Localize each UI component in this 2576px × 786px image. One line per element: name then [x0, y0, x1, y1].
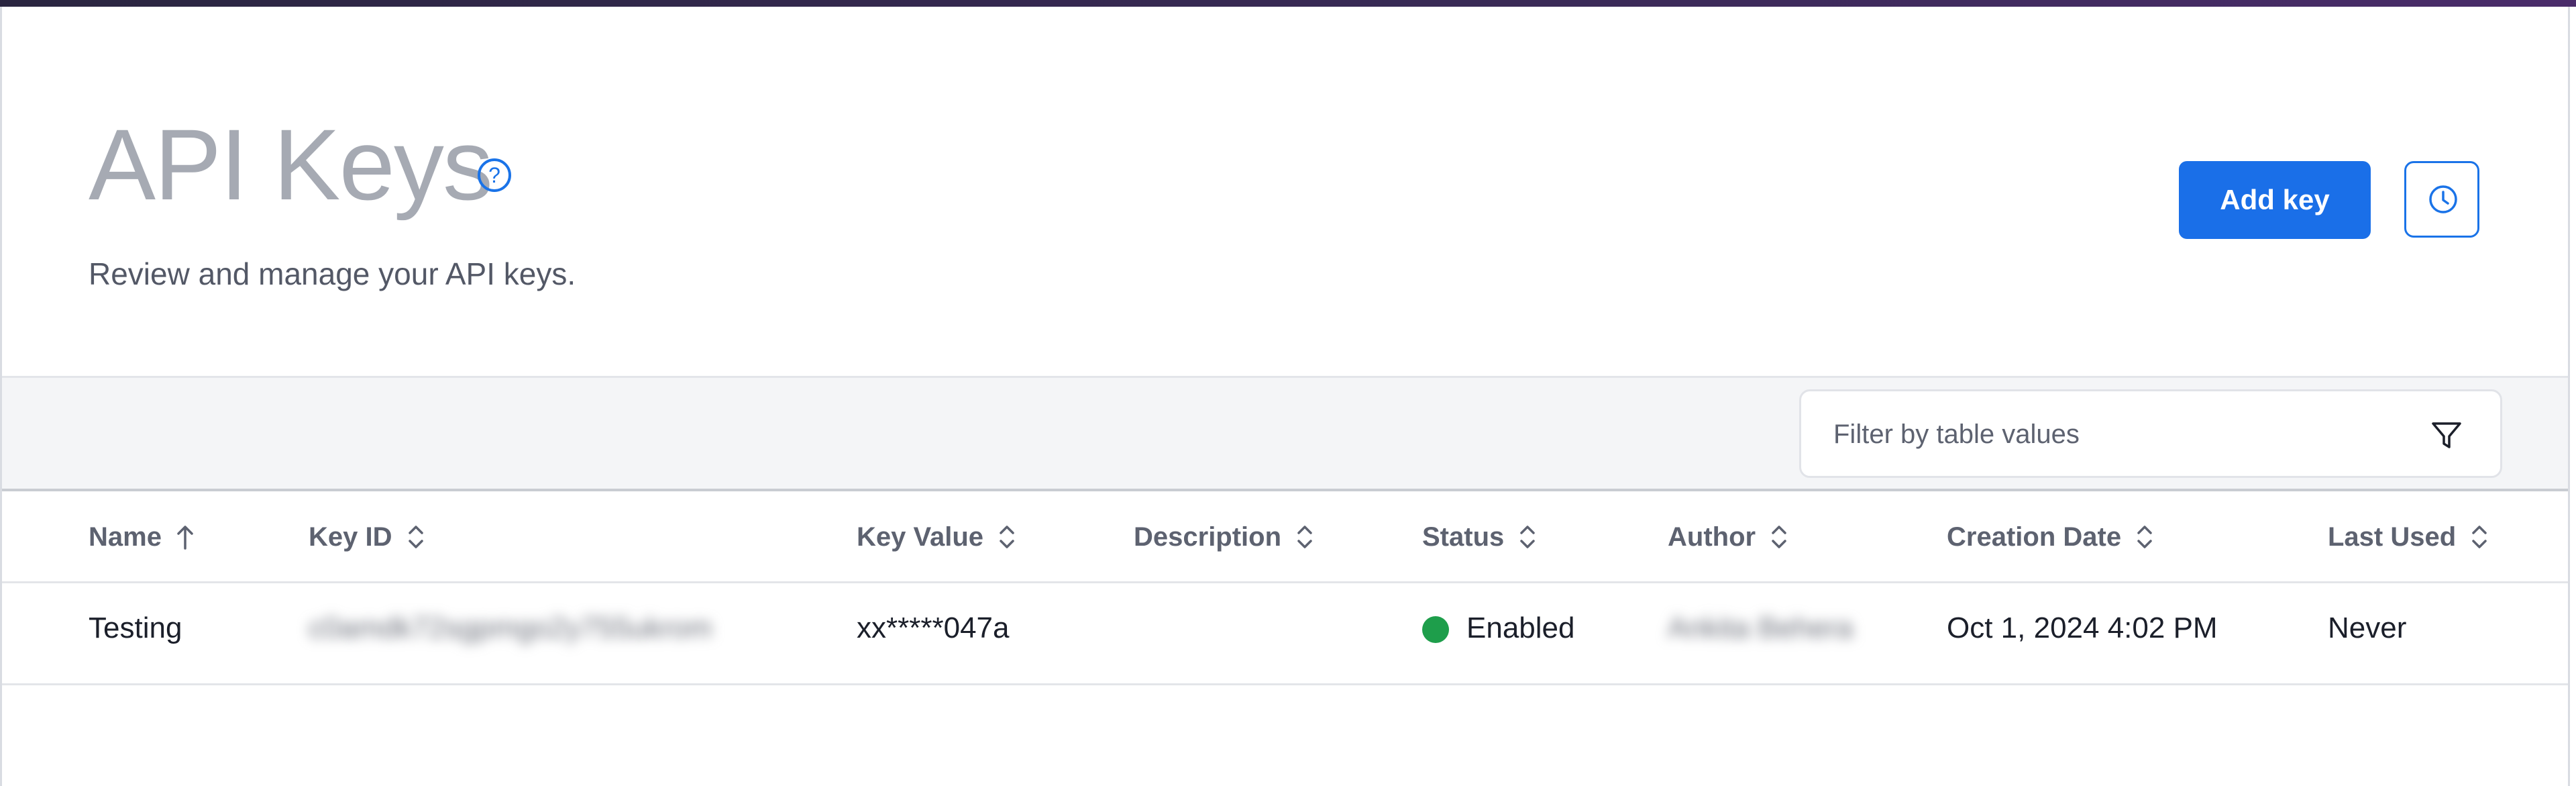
column-header-label: Key Value — [857, 522, 984, 552]
sort-ascending-icon — [177, 526, 193, 550]
column-header-label: Author — [1668, 522, 1756, 552]
column-header-label: Creation Date — [1947, 522, 2122, 552]
column-header-status[interactable]: Status — [1422, 518, 1538, 556]
column-header-label: Status — [1422, 522, 1505, 552]
sort-toggle-icon — [408, 526, 423, 548]
add-key-button[interactable]: Add key — [2179, 161, 2371, 239]
cell-author: Ankita Behera — [1668, 611, 1854, 644]
column-header-label: Name — [89, 522, 162, 552]
top-accent-bar — [0, 0, 2576, 7]
column-header-last-used[interactable]: Last Used — [2328, 518, 2489, 556]
cell-last-used: Never — [2328, 611, 2407, 644]
column-header-label: Key ID — [309, 522, 392, 552]
sort-toggle-icon — [2472, 526, 2487, 548]
history-button[interactable] — [2404, 161, 2479, 238]
cell-status: Enabled — [1466, 611, 1575, 644]
header-divider — [2, 581, 2568, 583]
sort-toggle-icon — [1520, 526, 1535, 548]
sort-toggle-icon — [1297, 526, 1312, 548]
funnel-icon[interactable] — [2429, 418, 2464, 453]
clock-icon — [2429, 185, 2457, 213]
cell-name: Testing — [89, 611, 182, 644]
column-header-author[interactable]: Author — [1668, 518, 1789, 556]
column-header-label: Last Used — [2328, 522, 2457, 552]
cell-key-id: c0amdk72sgpmgo2y755ukrom — [309, 611, 712, 644]
column-header-label: Description — [1134, 522, 1282, 552]
column-header-key-value[interactable]: Key Value — [857, 518, 1017, 556]
column-header-description[interactable]: Description — [1134, 518, 1315, 556]
column-header-creation-date[interactable]: Creation Date — [1947, 518, 2155, 556]
cell-creation-date: Oct 1, 2024 4:02 PM — [1947, 611, 2218, 644]
row-divider — [2, 683, 2568, 685]
help-icon[interactable]: ? — [478, 158, 511, 192]
column-header-key-id[interactable]: Key ID — [309, 518, 426, 556]
sort-toggle-icon — [1000, 526, 1014, 548]
api-keys-page: API Keys ? Review and manage your API ke… — [0, 0, 2576, 786]
status-indicator-dot — [1422, 616, 1449, 643]
page-title: API Keys — [89, 108, 493, 221]
page-subtitle: Review and manage your API keys. — [89, 256, 576, 291]
filter-field[interactable] — [1799, 389, 2502, 478]
column-header-name[interactable]: Name — [89, 518, 195, 556]
sort-toggle-icon — [2137, 526, 2152, 548]
right-scrollbar-track[interactable] — [2568, 7, 2576, 786]
sort-toggle-icon — [1772, 526, 1786, 548]
cell-key-value: xx*****047a — [857, 611, 1010, 644]
filter-input[interactable] — [1833, 410, 2410, 458]
